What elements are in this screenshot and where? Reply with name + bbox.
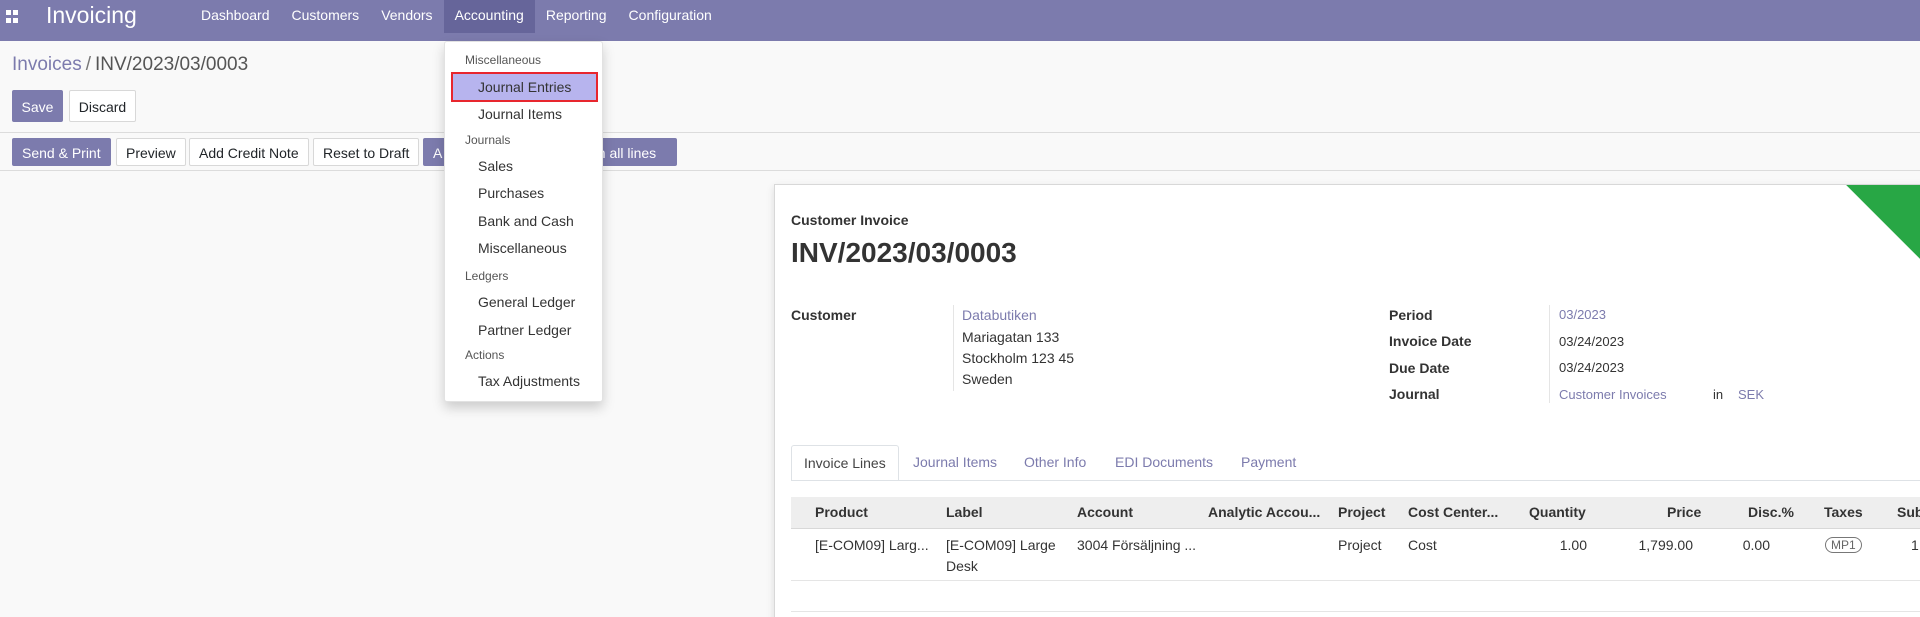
tab-journal-items[interactable]: Journal Items	[901, 445, 1009, 481]
customer-label: Customer	[791, 307, 857, 323]
tax-tag: MP1	[1825, 537, 1862, 553]
dropdown-item-purchases[interactable]: Purchases	[478, 185, 544, 201]
top-navbar: Invoicing Dashboard Customers Vendors Ac…	[0, 0, 1920, 41]
customer-address-line3: Sweden	[962, 371, 1013, 387]
row-project[interactable]: Project	[1338, 537, 1382, 553]
column-price[interactable]: Price	[1667, 504, 1701, 520]
customer-address-line1: Mariagatan 133	[962, 329, 1060, 345]
currency-link[interactable]: SEK	[1738, 387, 1764, 402]
row-product[interactable]: [E-COM09] Larg...	[815, 537, 929, 553]
dropdown-header-journals: Journals	[465, 133, 511, 147]
accounting-dropdown-menu: Miscellaneous Journal Entries Journal It…	[444, 41, 603, 402]
column-account[interactable]: Account	[1077, 504, 1133, 520]
row-divider	[791, 580, 1920, 581]
column-label[interactable]: Label	[946, 504, 983, 520]
invoice-type-label: Customer Invoice	[791, 212, 909, 228]
tab-edi-documents[interactable]: EDI Documents	[1103, 445, 1225, 481]
menu-vendors[interactable]: Vendors	[370, 0, 443, 33]
dropdown-item-miscellaneous[interactable]: Miscellaneous	[478, 240, 567, 256]
column-quantity[interactable]: Quantity	[1529, 504, 1586, 520]
right-field-separator	[1549, 305, 1550, 403]
row-label-line2[interactable]: Desk	[946, 558, 978, 574]
invoice-date-value[interactable]: 03/24/2023	[1559, 334, 1624, 349]
column-discount[interactable]: Disc.%	[1748, 504, 1794, 520]
row-taxes[interactable]: MP1	[1825, 536, 1862, 553]
journal-label: Journal	[1389, 386, 1440, 402]
tab-payment[interactable]: Payment	[1229, 445, 1308, 481]
discard-button[interactable]: Discard	[69, 90, 136, 122]
invoice-lines-header: Product Label Account Analytic Accou... …	[791, 497, 1920, 529]
row-label-line1[interactable]: [E-COM09] Large	[946, 537, 1056, 553]
column-taxes[interactable]: Taxes	[1824, 504, 1863, 520]
tab-other-info[interactable]: Other Info	[1012, 445, 1098, 481]
menu-accounting[interactable]: Accounting	[443, 0, 535, 33]
journal-value-link[interactable]: Customer Invoices	[1559, 387, 1667, 402]
tab-bar-line	[791, 480, 1920, 481]
row-cost-center[interactable]: Cost	[1408, 537, 1437, 553]
statusbar-divider	[0, 170, 1920, 171]
journal-in-text: in	[1713, 387, 1724, 402]
row-price[interactable]: 1,799.00	[1623, 537, 1694, 553]
dropdown-item-tax-adjustments[interactable]: Tax Adjustments	[478, 373, 580, 389]
column-product[interactable]: Product	[815, 504, 868, 520]
dropdown-item-journal-entries[interactable]: Journal Entries	[478, 79, 571, 95]
menu-configuration[interactable]: Configuration	[618, 0, 723, 33]
menu-reporting[interactable]: Reporting	[535, 0, 618, 33]
tab-invoice-lines[interactable]: Invoice Lines	[791, 445, 899, 481]
breadcrumb-separator: /	[85, 54, 91, 75]
dropdown-header-miscellaneous: Miscellaneous	[465, 53, 542, 67]
apps-menu-icon[interactable]	[6, 10, 19, 23]
dropdown-header-actions: Actions	[465, 348, 505, 362]
breadcrumb-current: INV/2023/03/0003	[94, 54, 249, 75]
row-quantity[interactable]: 1.00	[1537, 537, 1587, 553]
preview-button[interactable]: Preview	[116, 138, 186, 166]
customer-address-line2: Stockholm 123 45	[962, 350, 1075, 366]
dropdown-item-bank-and-cash[interactable]: Bank and Cash	[478, 213, 574, 229]
menu-dashboard[interactable]: Dashboard	[190, 0, 281, 33]
menu-customers[interactable]: Customers	[281, 0, 371, 33]
row-divider-bottom	[791, 611, 1920, 612]
column-project[interactable]: Project	[1338, 504, 1385, 520]
customer-name-link[interactable]: Databutiken	[962, 307, 1037, 323]
period-value-link[interactable]: 03/2023	[1559, 307, 1606, 322]
column-analytic-account[interactable]: Analytic Accou...	[1208, 504, 1320, 520]
main-menu: Dashboard Customers Vendors Accounting R…	[190, 0, 723, 33]
save-button[interactable]: Save	[12, 90, 63, 122]
due-date-label: Due Date	[1389, 360, 1450, 376]
invoice-number: INV/2023/03/0003	[791, 237, 1017, 268]
row-subtotal: 1	[1911, 537, 1919, 553]
column-cost-center[interactable]: Cost Center...	[1408, 504, 1498, 520]
send-print-button[interactable]: Send & Print	[12, 138, 111, 166]
invoice-date-label: Invoice Date	[1389, 333, 1472, 349]
dropdown-item-general-ledger[interactable]: General Ledger	[478, 294, 575, 310]
row-account[interactable]: 3004 Försäljning ...	[1077, 537, 1196, 553]
breadcrumb: Invoices / INV/2023/03/0003	[12, 53, 248, 77]
breadcrumb-invoices-link[interactable]: Invoices	[12, 54, 82, 75]
row-discount[interactable]: 0.00	[1725, 537, 1770, 553]
add-credit-note-button[interactable]: Add Credit Note	[189, 138, 309, 166]
dropdown-item-partner-ledger[interactable]: Partner Ledger	[478, 322, 571, 338]
dropdown-header-ledgers: Ledgers	[465, 269, 509, 283]
control-panel-divider	[0, 132, 1920, 133]
invoice-form-sheet: Customer Invoice INV/2023/03/0003 Custom…	[774, 184, 1920, 617]
customer-field-separator	[953, 305, 954, 391]
period-label: Period	[1389, 307, 1433, 323]
status-ribbon	[1832, 185, 1920, 284]
app-title[interactable]: Invoicing	[46, 1, 137, 29]
dropdown-item-sales[interactable]: Sales	[478, 158, 513, 174]
dropdown-item-journal-items[interactable]: Journal Items	[478, 106, 562, 122]
reset-to-draft-button[interactable]: Reset to Draft	[313, 138, 420, 166]
due-date-value[interactable]: 03/24/2023	[1559, 360, 1624, 375]
column-subtotal[interactable]: Sub	[1897, 504, 1920, 520]
